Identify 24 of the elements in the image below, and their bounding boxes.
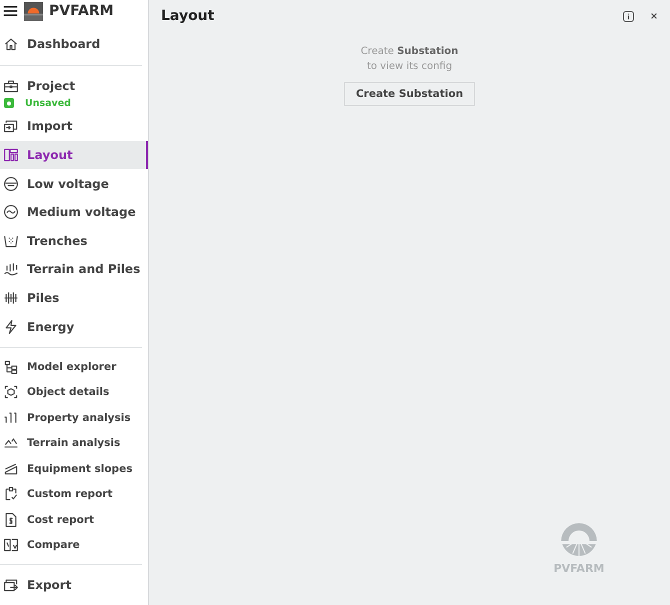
project-status: Unsaved	[25, 98, 71, 109]
nav-item[interactable]: Model explorer	[0, 354, 148, 380]
nav-item[interactable]: Medium voltage	[0, 198, 148, 227]
nav-item[interactable]: Terrain analysis	[0, 430, 148, 456]
nav-item[interactable]: Piles	[0, 284, 148, 312]
nav-item[interactable]: Energy	[0, 312, 148, 341]
nav-item[interactable]: Property analysis	[0, 404, 148, 430]
panel-title: Layout	[161, 8, 216, 24]
nav-item[interactable]: Export	[0, 570, 148, 600]
nav-item[interactable]: Layout	[0, 140, 148, 170]
brand-name: PVFARM	[49, 3, 114, 19]
nav-item[interactable]: Dashboard	[0, 30, 148, 59]
nav-item[interactable]: Cost report	[0, 506, 148, 532]
nav-item[interactable]: Low voltage	[0, 169, 148, 198]
empty-message: to view its config	[366, 60, 452, 74]
nav-item[interactable]: Import	[0, 112, 148, 141]
nav-item[interactable]: Compare	[0, 532, 148, 558]
nav-item[interactable]: Trenches	[0, 226, 148, 256]
nav-item[interactable]: Object details	[0, 379, 148, 405]
empty-message: Create Substation	[360, 45, 458, 59]
nav-item[interactable]: Custom report	[0, 481, 148, 507]
create-substation-button[interactable]: Create Substation	[344, 82, 476, 106]
nav-item[interactable]: Terrain and Piles	[0, 255, 148, 284]
nav-item[interactable]: Equipment slopes	[0, 456, 148, 482]
